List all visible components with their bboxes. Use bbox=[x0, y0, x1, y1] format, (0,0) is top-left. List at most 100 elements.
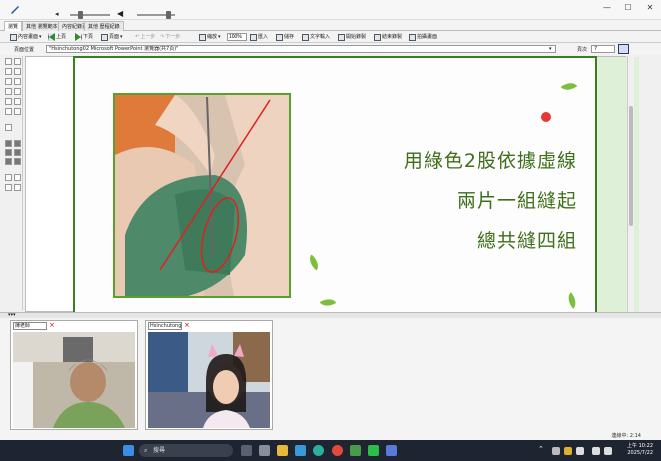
line-tool-icon[interactable] bbox=[14, 68, 21, 75]
address-input[interactable]: "Hsinchutong02 Microsoft PowerPoint 瀏覽器(… bbox=[46, 45, 556, 53]
address-bar: 頁面位置 "Hsinchutong02 Microsoft PowerPoint… bbox=[0, 43, 661, 55]
file-explorer-icon[interactable] bbox=[277, 445, 288, 456]
fit-screen-icon[interactable] bbox=[618, 44, 629, 54]
arrow-tool-icon[interactable] bbox=[5, 98, 12, 105]
stop-icon bbox=[374, 33, 381, 41]
tab-bar: 瀏覽 其他 瀏覽範本 內容紀錄頁 其他 歷程紀錄 bbox=[0, 20, 661, 31]
color-swatch-1[interactable] bbox=[5, 140, 12, 147]
photos-icon[interactable] bbox=[295, 445, 306, 456]
next-page-button[interactable]: 下頁 bbox=[75, 32, 93, 42]
app-icon[interactable] bbox=[350, 445, 361, 456]
video-feed-2 bbox=[148, 332, 270, 428]
tab-browse[interactable]: 瀏覽 bbox=[4, 21, 23, 31]
view-mode-button[interactable]: 內容畫面 ▾ bbox=[10, 32, 42, 42]
ellipse-tool-icon[interactable] bbox=[14, 78, 21, 85]
volume-slider-knob[interactable] bbox=[78, 11, 83, 19]
edge-icon[interactable] bbox=[313, 445, 324, 456]
close-button[interactable]: ✕ bbox=[643, 3, 657, 13]
marker-tool-icon[interactable] bbox=[5, 108, 12, 115]
taskbar-search[interactable]: ⌕ 搜尋 bbox=[139, 444, 233, 457]
clear-tool-icon[interactable] bbox=[14, 108, 21, 115]
connection-status: 連線中: 2:14 bbox=[611, 433, 641, 439]
snapshot-button[interactable]: 拍攝畫面 bbox=[409, 32, 437, 42]
address-dropdown-icon[interactable]: ▾ bbox=[549, 46, 552, 52]
text-icon bbox=[302, 33, 309, 41]
line-icon[interactable] bbox=[368, 445, 379, 456]
text-tool-icon[interactable] bbox=[14, 58, 21, 65]
leaf-decoration bbox=[319, 295, 337, 310]
search-icon: ⌕ bbox=[144, 447, 148, 454]
video-panel: 陳老師 × Hsinchutong02 × bbox=[0, 318, 661, 440]
close-video-icon[interactable]: × bbox=[184, 321, 192, 330]
widgets-icon[interactable] bbox=[241, 445, 252, 456]
mic-slider-knob[interactable] bbox=[166, 11, 171, 19]
meeting-app-icon[interactable] bbox=[386, 445, 397, 456]
leaf-decoration bbox=[305, 254, 323, 271]
pages-button[interactable]: 頁面 ▾ bbox=[101, 32, 123, 42]
slide-line-3: 總共縫四組 bbox=[476, 230, 577, 252]
maximize-button[interactable]: ☐ bbox=[621, 3, 635, 13]
tab-templates[interactable]: 其他 瀏覽範本 bbox=[22, 21, 62, 31]
select-tool-icon[interactable] bbox=[5, 58, 12, 65]
highlight-tool-icon[interactable] bbox=[14, 98, 21, 105]
volume-icon[interactable] bbox=[604, 447, 612, 455]
video-tile: 陳老師 × bbox=[10, 320, 138, 430]
color-swatch-3[interactable] bbox=[5, 149, 12, 156]
stop-record-button[interactable]: 結束錄製 bbox=[374, 32, 402, 42]
stamp-tool-icon[interactable] bbox=[5, 124, 12, 131]
close-video-icon[interactable]: × bbox=[49, 321, 57, 330]
page-select[interactable]: 7 bbox=[591, 45, 615, 53]
camera-icon bbox=[409, 33, 416, 41]
tray-app-icon[interactable] bbox=[576, 447, 584, 455]
wifi-icon[interactable] bbox=[592, 447, 600, 455]
tab-history[interactable]: 其他 歷程紀錄 bbox=[84, 21, 124, 31]
rect-tool-icon[interactable] bbox=[5, 78, 12, 85]
pen-tool-icon[interactable] bbox=[5, 68, 12, 75]
prev-page-button[interactable]: 上頁 bbox=[48, 32, 66, 42]
zoom-input[interactable] bbox=[227, 33, 247, 41]
scroll-thumb[interactable] bbox=[629, 106, 633, 226]
windows-start-icon[interactable] bbox=[123, 445, 134, 456]
video-source-select[interactable]: 陳老師 bbox=[13, 322, 47, 330]
start-record-button[interactable]: 開始錄製 bbox=[338, 32, 366, 42]
volume-low-icon: ◂ bbox=[55, 10, 59, 18]
tray-app-icon[interactable] bbox=[564, 447, 572, 455]
minimize-button[interactable]: — bbox=[600, 3, 614, 13]
line-width-2[interactable] bbox=[14, 174, 21, 181]
leaf-decoration bbox=[560, 78, 578, 95]
sewing-photo bbox=[113, 93, 291, 298]
record-icon bbox=[338, 33, 345, 41]
color-swatch-2[interactable] bbox=[14, 140, 21, 147]
save-icon bbox=[276, 33, 283, 41]
redo-button[interactable]: ↷ 下一步 bbox=[160, 32, 180, 42]
fill-tool-icon[interactable] bbox=[5, 88, 12, 95]
zoom-button[interactable]: 縮放 ▾ bbox=[199, 32, 221, 42]
line-width-1[interactable] bbox=[5, 174, 12, 181]
volume-slider-track[interactable] bbox=[70, 14, 110, 16]
address-label: 頁面位置 bbox=[14, 47, 35, 53]
color-swatch-6[interactable] bbox=[14, 158, 21, 165]
eraser-tool-icon[interactable] bbox=[14, 88, 21, 95]
line-width-4[interactable] bbox=[14, 184, 21, 191]
leaf-decoration bbox=[564, 292, 580, 309]
page-label: 頁次 bbox=[577, 47, 588, 53]
pen-tool-icon[interactable] bbox=[10, 4, 20, 14]
undo-button[interactable]: ↶ 上一步 bbox=[135, 32, 155, 42]
store-icon[interactable] bbox=[259, 445, 270, 456]
import-button[interactable]: 匯入 bbox=[250, 32, 268, 42]
tray-app-icon[interactable] bbox=[552, 447, 560, 455]
chrome-icon[interactable] bbox=[332, 445, 343, 456]
arrow-left-icon bbox=[48, 33, 55, 41]
video-source-select[interactable]: Hsinchutong02 bbox=[148, 322, 182, 330]
color-swatch-5[interactable] bbox=[5, 158, 12, 165]
pages-icon bbox=[101, 33, 108, 41]
tray-chevron-icon[interactable]: ⌃ bbox=[538, 445, 544, 453]
vertical-scrollbar[interactable] bbox=[627, 56, 634, 312]
text-input-button[interactable]: 文字輸入 bbox=[302, 32, 330, 42]
line-width-3[interactable] bbox=[5, 184, 12, 191]
zoom-field[interactable] bbox=[227, 32, 247, 42]
save-button[interactable]: 儲存 bbox=[276, 32, 294, 42]
color-swatch-4[interactable] bbox=[14, 149, 21, 156]
slide-line-2: 兩片一組縫起 bbox=[456, 190, 577, 212]
taskbar-clock[interactable]: 上午 10:22 2025/7/22 bbox=[627, 443, 653, 457]
